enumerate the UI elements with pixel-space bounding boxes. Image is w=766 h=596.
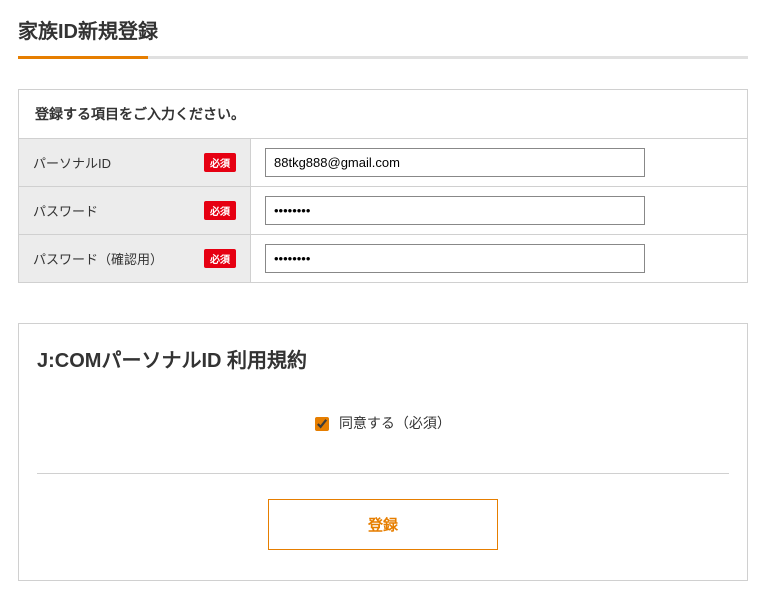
label-password: パスワード (33, 201, 98, 220)
required-badge: 必須 (204, 249, 236, 268)
agree-label-wrap[interactable]: 同意する（必須） (315, 415, 451, 431)
instruction-text: 登録する項目をご入力ください。 (18, 89, 748, 139)
page-title: 家族ID新規登録 (18, 15, 748, 44)
required-badge: 必須 (204, 153, 236, 172)
submit-row: 登録 (37, 473, 729, 550)
agree-checkbox[interactable] (315, 417, 329, 431)
label-cell-personal-id: パーソナルID 必須 (19, 139, 251, 186)
label-cell-password: パスワード 必須 (19, 187, 251, 234)
input-cell-personal-id (251, 139, 747, 186)
title-underline (18, 56, 748, 59)
form-row-personal-id: パーソナルID 必須 (18, 139, 748, 187)
form-row-password-confirm: パスワード（確認用） 必須 (18, 235, 748, 283)
required-badge: 必須 (204, 201, 236, 220)
label-password-confirm: パスワード（確認用） (33, 249, 163, 268)
input-cell-password (251, 187, 747, 234)
label-personal-id: パーソナルID (33, 153, 111, 172)
form-row-password: パスワード 必須 (18, 187, 748, 235)
personal-id-input[interactable] (265, 148, 645, 177)
terms-section: J:COMパーソナルID 利用規約 同意する（必須） 登録 (18, 323, 748, 581)
submit-button[interactable]: 登録 (268, 499, 498, 550)
password-confirm-input[interactable] (265, 244, 645, 273)
label-cell-password-confirm: パスワード（確認用） 必須 (19, 235, 251, 282)
password-input[interactable] (265, 196, 645, 225)
input-cell-password-confirm (251, 235, 747, 282)
agree-row: 同意する（必須） (37, 413, 729, 433)
terms-title: J:COMパーソナルID 利用規約 (37, 344, 729, 373)
agree-label: 同意する（必須） (339, 415, 451, 431)
